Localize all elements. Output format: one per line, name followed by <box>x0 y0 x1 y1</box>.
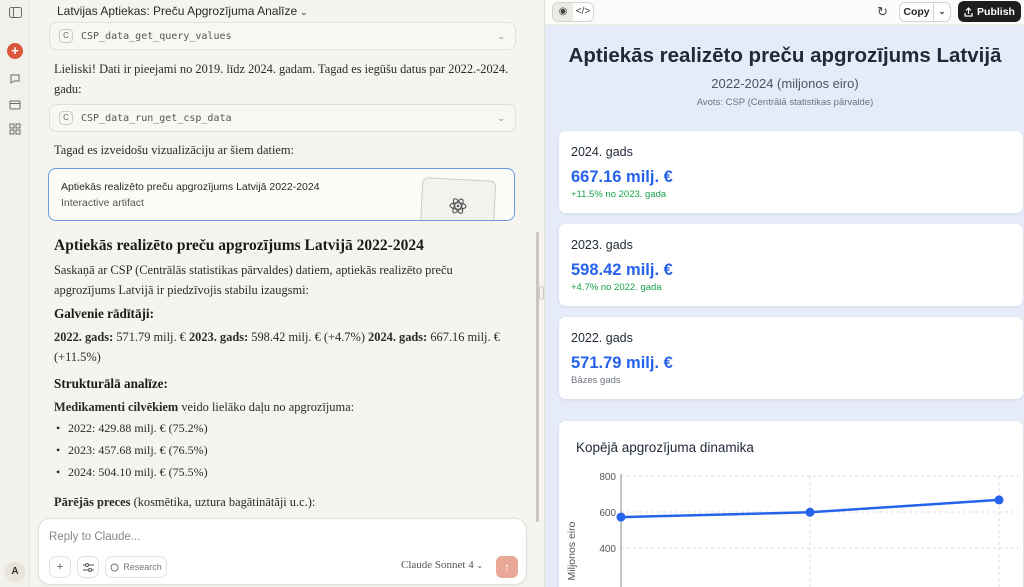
chevron-down-icon[interactable]: ⌄ <box>934 3 950 21</box>
chat-title: Latvijas Aptiekas: Preču Apgrozījuma Ana… <box>57 4 298 18</box>
copy-label: Copy <box>900 3 934 21</box>
tool-call-label: CSP_data_get_query_values <box>81 30 232 42</box>
plus-icon: + <box>56 561 64 573</box>
sidebar-toggle-icon[interactable] <box>7 4 23 20</box>
copy-button[interactable]: Copy ⌄ <box>899 2 951 22</box>
chevron-down-icon: ⌄ <box>497 112 505 123</box>
list-item: 2022: 429.88 milj. € (75.2%) <box>54 421 208 443</box>
chevron-down-icon: ⌄ <box>497 30 505 41</box>
assistant-message: Tagad es izveidošu vizualizāciju ar šiem… <box>54 143 294 157</box>
artifact-pane: ◉ </> ↻ Copy ⌄ Publish Aptiekās realizēt… <box>544 0 1024 587</box>
other-goods-text: Pārējās preces (kosmētika, uztura bagāti… <box>54 492 509 512</box>
assistant-message: Lieliski! Dati ir pieejami no 2019. līdz… <box>54 62 509 96</box>
data-point <box>616 512 626 522</box>
view-toggle[interactable]: ◉ </> <box>552 2 594 22</box>
sliders-icon <box>82 562 94 572</box>
list-item: 2023: 457.68 milj. € (76.5%) <box>54 443 208 465</box>
research-label: Research <box>123 562 162 572</box>
share-icon <box>964 6 973 17</box>
stat-change: Bāzes gads <box>571 375 621 386</box>
tools-button[interactable] <box>77 556 99 578</box>
research-icon <box>110 563 119 571</box>
kpi-2023-label: 2023. gads: <box>188 330 249 344</box>
stat-value: 667.16 milj. € <box>571 168 673 186</box>
line-chart-card: Kopējā apgrozījuma dinamika 800 600 400 Mil… <box>559 421 1023 587</box>
kpi-2022-label: 2022. gads: <box>54 330 114 344</box>
artifact-toolbar: ◉ </> ↻ Copy ⌄ Publish <box>545 0 1024 25</box>
line-chart: 800 600 400 Miljonos eiro <box>566 472 1019 587</box>
y-tick-label: 800 <box>599 472 616 483</box>
chat-pane: Latvijas Aptiekas: Preču Apgrozījuma Ana… <box>31 0 541 587</box>
chat-title-button[interactable]: Latvijas Aptiekas: Preču Apgrozījuma Ana… <box>57 4 308 18</box>
tool-icon: C <box>59 111 73 125</box>
artifact-card[interactable]: Aptiekās realizēto preču apgrozījums Lat… <box>48 168 515 221</box>
stat-change: +4.7% no 2022. gada <box>571 282 662 293</box>
tool-icon: C <box>59 29 73 43</box>
projects-icon[interactable] <box>7 96 23 112</box>
y-tick-label: 600 <box>599 508 616 519</box>
artifact-thumbnail <box>419 177 497 220</box>
list-item: 2024: 504.10 milj. € (75.5%) <box>54 465 208 487</box>
medicines-text: Medikamenti cilvēkiem veido lielāko daļu… <box>54 397 509 417</box>
y-tick-label: 400 <box>599 544 616 555</box>
stat-value: 598.42 milj. € <box>571 261 673 279</box>
publish-button[interactable]: Publish <box>958 1 1021 22</box>
refresh-icon[interactable]: ↻ <box>877 4 888 20</box>
model-selector[interactable]: Claude Sonnet 4 ⌄ <box>401 559 483 571</box>
research-button[interactable]: Research <box>105 556 167 578</box>
data-point <box>805 507 815 517</box>
stat-card-2024: 2024. gads 667.16 milj. € +11.5% no 2023… <box>559 131 1023 213</box>
kpi-2024-label: 2024. gads: <box>368 330 428 344</box>
reply-input[interactable]: Reply to Claude... <box>49 531 140 543</box>
dashboard-title: Aptiekās realizēto preču apgrozījums Lat… <box>568 44 1002 67</box>
structural-analysis-heading: Strukturālā analīze: <box>54 376 168 391</box>
other-goods-label: Pārējās preces <box>54 495 131 509</box>
medicines-label: Medikamenti cilvēkiem <box>54 400 179 414</box>
tool-call-label: CSP_data_run_get_csp_data <box>81 112 232 124</box>
stat-year: 2024. gads <box>571 145 633 159</box>
code-icon[interactable]: </> <box>573 3 593 21</box>
preview-eye-icon[interactable]: ◉ <box>553 3 573 21</box>
publish-label: Publish <box>977 5 1015 18</box>
chevron-down-icon: ⌄ <box>476 561 484 570</box>
message-composer: Reply to Claude... + Research Claude Son… <box>38 518 527 585</box>
left-rail: + A <box>0 0 30 587</box>
key-indicators-heading: Galvenie rādītāji: <box>54 306 154 321</box>
chevron-down-icon: ⌄ <box>300 7 308 17</box>
chats-icon[interactable] <box>7 71 23 87</box>
artifact-type: Interactive artifact <box>61 197 144 209</box>
stat-value: 571.79 milj. € <box>571 354 673 372</box>
stat-card-2023: 2023. gads 598.42 milj. € +4.7% no 2022.… <box>559 224 1023 306</box>
model-label: Claude Sonnet 4 <box>401 559 474 571</box>
chat-scrollbar[interactable] <box>536 232 539 522</box>
send-button[interactable]: ↑ <box>496 556 518 578</box>
y-axis-label: Miljonos eiro <box>566 521 578 580</box>
medicines-list: 2022: 429.88 milj. € (75.2%) 2023: 457.6… <box>54 421 208 487</box>
new-chat-button[interactable]: + <box>7 43 23 59</box>
key-indicators-text: 2022. gads: 571.79 milj. € 2023. gads: 5… <box>54 327 509 367</box>
avatar[interactable]: A <box>5 562 25 582</box>
response-heading: Aptiekās realizēto preču apgrozījums Lat… <box>54 237 424 254</box>
app-window: + A Latvijas Aptiekas: Preču Apgrozījuma… <box>0 0 1024 587</box>
kpi-2023-value: 598.42 milj. € (+4.7%) <box>248 330 369 344</box>
arrow-up-icon: ↑ <box>504 560 510 574</box>
dashboard-subtitle: 2022-2024 (miljonos eiro) <box>711 76 859 91</box>
add-attachment-button[interactable]: + <box>49 556 71 578</box>
stat-change: +11.5% no 2023. gada <box>571 189 667 200</box>
tool-call-query-values[interactable]: C CSP_data_get_query_values ⌄ <box>49 22 516 50</box>
kpi-2022-value: 571.79 milj. € <box>113 330 189 344</box>
other-goods-desc: (kosmētika, uztura bagātinātāji u.c.): <box>130 495 316 509</box>
artifacts-icon[interactable] <box>7 121 23 137</box>
tool-call-run-csp-data[interactable]: C CSP_data_run_get_csp_data ⌄ <box>49 104 516 132</box>
artifact-title: Aptiekās realizēto preču apgrozījums Lat… <box>61 181 320 193</box>
stat-card-2022: 2022. gads 571.79 milj. € Bāzes gads <box>559 317 1023 399</box>
stat-year: 2022. gads <box>571 331 633 345</box>
dashboard-source: Avots: CSP (Centrālā statistikas pārvald… <box>696 97 874 108</box>
react-atom-icon <box>449 198 467 214</box>
intro-paragraph: Saskaņā ar CSP (Centrālās statistikas pā… <box>54 263 453 297</box>
stat-year: 2023. gads <box>571 238 633 252</box>
data-point <box>994 495 1004 505</box>
medicines-desc: veido lielāko daļu no apgrozījuma: <box>178 400 355 414</box>
